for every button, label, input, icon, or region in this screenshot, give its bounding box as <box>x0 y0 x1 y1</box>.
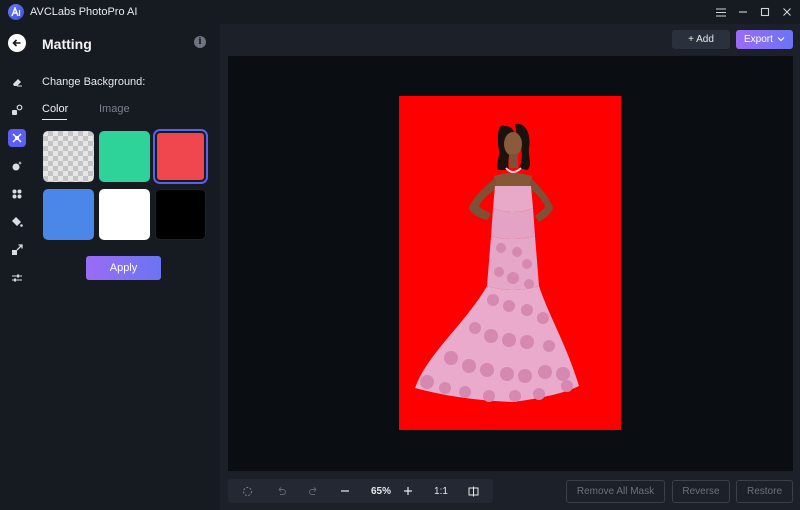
app-logo-icon <box>8 4 24 20</box>
menu-icon[interactable] <box>712 3 730 21</box>
swatch-transparent[interactable] <box>43 131 94 182</box>
remove-all-mask-button[interactable]: Remove All Mask <box>566 480 665 503</box>
workspace: + Add Export 65% 1:1 Remove All Mask Rev… <box>220 24 800 510</box>
back-button[interactable] <box>8 34 26 52</box>
zoom-in-icon[interactable] <box>399 479 417 503</box>
undo-icon[interactable] <box>272 479 290 503</box>
enhance-icon[interactable] <box>8 157 26 175</box>
adjust-icon[interactable] <box>8 269 26 287</box>
reverse-button[interactable]: Reverse <box>672 480 730 503</box>
redo-icon[interactable] <box>304 479 322 503</box>
active-tab-indicator <box>42 119 67 120</box>
matting-icon[interactable] <box>8 129 26 147</box>
add-button[interactable]: + Add <box>672 30 730 49</box>
colorize-icon[interactable] <box>8 213 26 231</box>
matted-image <box>399 96 621 430</box>
minimize-icon[interactable] <box>734 3 752 21</box>
change-background-label: Change Background: <box>42 76 146 88</box>
compare-icon[interactable] <box>464 479 482 503</box>
replace-object-icon[interactable] <box>8 101 26 119</box>
apply-button[interactable]: Apply <box>86 256 161 280</box>
tab-color[interactable]: Color <box>42 103 68 115</box>
swatch-black[interactable] <box>155 189 206 240</box>
select-area-icon[interactable] <box>238 479 256 503</box>
swatch-red[interactable] <box>153 129 208 184</box>
face-icon[interactable] <box>8 185 26 203</box>
title-bar: AVCLabs PhotoPro AI <box>0 0 800 24</box>
swatch-white[interactable] <box>99 189 150 240</box>
back-arrow-icon <box>12 39 21 47</box>
maximize-icon[interactable] <box>756 3 774 21</box>
zoom-out-icon[interactable] <box>336 479 354 503</box>
info-icon[interactable]: i <box>194 36 206 48</box>
zoom-level: 65% <box>370 485 391 497</box>
zoom-toolbar: 65% 1:1 <box>228 479 493 503</box>
actual-size-button[interactable]: 1:1 <box>429 479 453 503</box>
panel-title: Matting <box>42 36 92 52</box>
tool-rail <box>0 24 34 510</box>
image-canvas[interactable] <box>228 56 793 471</box>
subject-figure <box>415 123 579 402</box>
upscale-icon[interactable] <box>8 241 26 259</box>
export-button[interactable]: Export <box>736 30 793 49</box>
chevron-down-icon <box>777 37 785 42</box>
swatch-blue[interactable] <box>43 189 94 240</box>
eraser-icon[interactable] <box>8 73 26 91</box>
tab-image[interactable]: Image <box>99 103 130 115</box>
restore-button[interactable]: Restore <box>736 480 793 503</box>
close-icon[interactable] <box>778 3 796 21</box>
swatch-green[interactable] <box>99 131 150 182</box>
matting-panel: Matting i Change Background: Color Image… <box>34 24 220 510</box>
app-title: AVCLabs PhotoPro AI <box>30 6 138 18</box>
export-label: Export <box>744 34 773 45</box>
